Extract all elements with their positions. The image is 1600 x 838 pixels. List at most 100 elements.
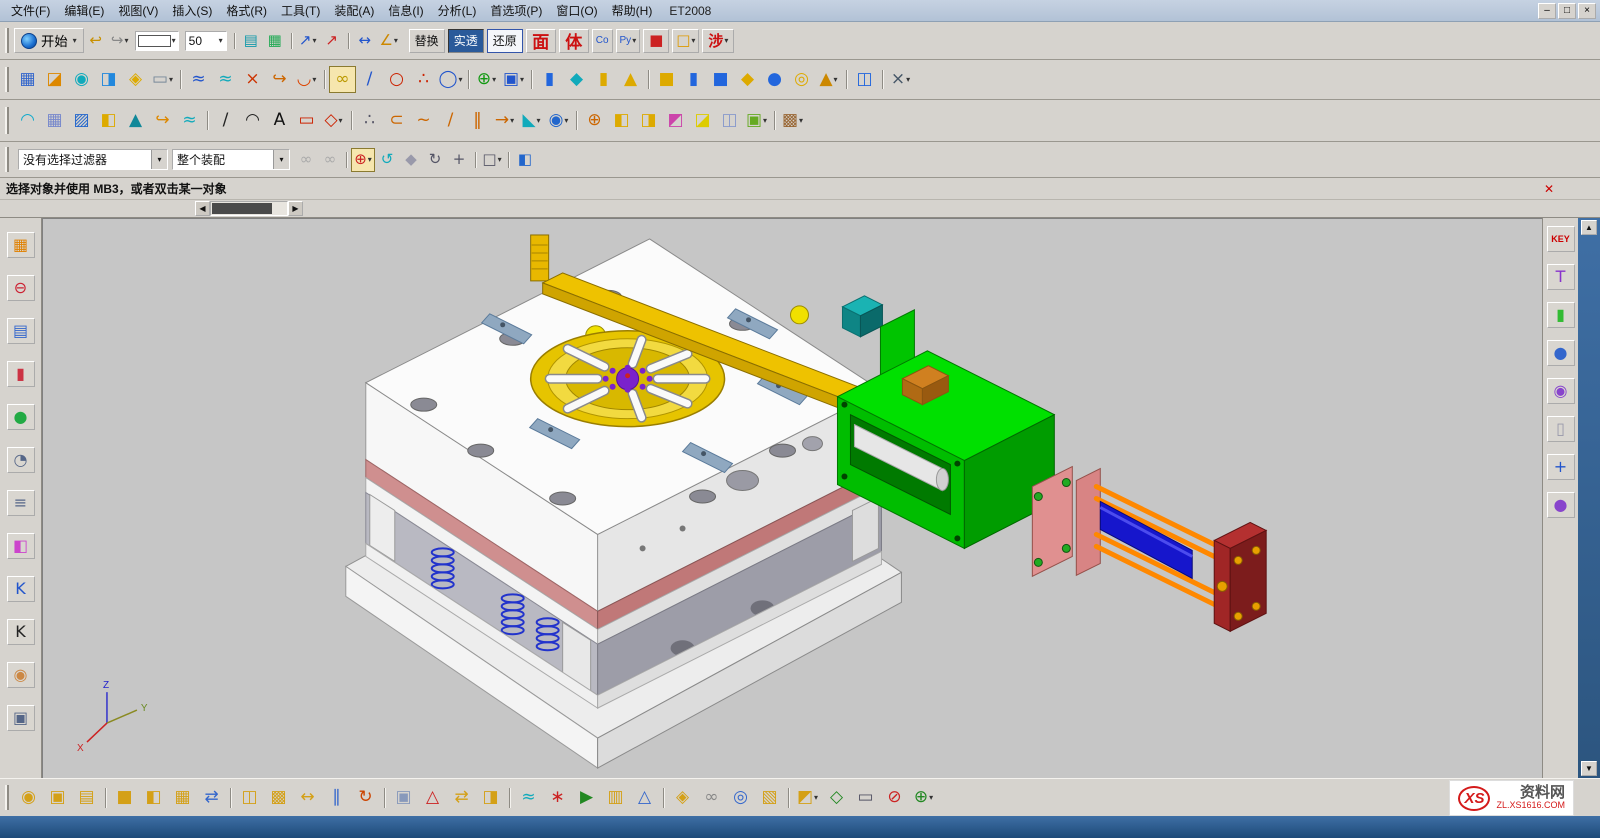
add-component-button[interactable]: ■ (110, 784, 139, 812)
profile-tool-button-dropdown-icon[interactable]: ▾ (339, 116, 343, 125)
gold-box-button-dropdown-icon[interactable]: ▾ (691, 36, 695, 45)
she-interference-button[interactable]: 涉▾ (702, 29, 734, 53)
line-tool-button[interactable]: / (212, 107, 239, 134)
replace-button[interactable]: 替换 (409, 29, 445, 53)
pattern-face-button[interactable]: ▣▾ (743, 107, 770, 134)
law-curve-button[interactable]: ↪ (149, 107, 176, 134)
bounded-plane-button-dropdown-icon[interactable]: ▾ (169, 75, 173, 84)
operation-navigator-tab[interactable]: ▮ (7, 361, 35, 387)
measure-angle-button[interactable]: ∠▾ (377, 29, 401, 53)
isolate-component-button[interactable]: ◩▾ (793, 784, 822, 812)
toolbar-grip[interactable] (5, 785, 9, 811)
find-feature-tab[interactable]: K (7, 619, 35, 645)
paste-geometry-button[interactable]: ◨ (635, 107, 662, 134)
interpart-link-b-button[interactable]: ∞ (318, 148, 342, 172)
redo-button-dropdown-icon[interactable]: ▾ (124, 36, 128, 45)
restore-button[interactable]: □ (1558, 3, 1576, 19)
boss-button[interactable]: ▲▾ (815, 66, 842, 93)
copy-geometry-button[interactable]: ◧ (608, 107, 635, 134)
information-palette-tab[interactable]: ≡ (7, 490, 35, 516)
point-button[interactable]: ∴ (410, 66, 437, 93)
promote-body-button[interactable]: ◪ (689, 107, 716, 134)
assembly-navigator-tab[interactable]: ▦ (7, 232, 35, 258)
start-button[interactable]: 开始 ▾ (14, 28, 84, 53)
menu-edit[interactable]: 编辑(E) (57, 0, 111, 21)
snap-point-button-dropdown-icon[interactable]: ▾ (368, 155, 372, 164)
hex-prism-button[interactable]: ◆ (734, 66, 761, 93)
assembly-cut-button[interactable]: ⊘ (880, 784, 909, 812)
face-display-button[interactable]: 面 (526, 29, 556, 53)
sphere-button[interactable]: ● (761, 66, 788, 93)
snap-point-button[interactable]: ⊕▾ (351, 148, 375, 172)
mesh-surface-button[interactable]: ▦ (41, 107, 68, 134)
she-interference-button-dropdown-icon[interactable]: ▾ (724, 36, 728, 45)
layer-visible-in-view-button[interactable]: ▦ (263, 29, 287, 53)
section-button[interactable]: ×▾ (887, 66, 914, 93)
curve-length-button-dropdown-icon[interactable]: ▾ (510, 116, 514, 125)
extrude-button[interactable]: ▮ (536, 66, 563, 93)
product-interface-button[interactable]: ◈ (668, 784, 697, 812)
scroll-left-button[interactable]: ◀ (195, 201, 210, 216)
torus-button[interactable]: ◎ (788, 66, 815, 93)
join-curve-button[interactable]: ◡▾ (293, 66, 320, 93)
section-button-dropdown-icon[interactable]: ▾ (906, 75, 910, 84)
replace-component-button[interactable]: ⇄ (447, 784, 476, 812)
wave-geometry-linker-button[interactable]: ≈ (514, 784, 543, 812)
cone-teal-button[interactable]: ▲ (122, 107, 149, 134)
menu-preferences[interactable]: 首选项(P) (483, 0, 549, 21)
rectangle-select-button[interactable]: □▾ (480, 148, 504, 172)
datum-axis-button-dropdown-icon[interactable]: ▾ (564, 116, 568, 125)
toolbar-grip[interactable] (5, 28, 9, 53)
graphics-window[interactable]: Z Y X (43, 219, 1542, 778)
toolbar-grip[interactable] (5, 67, 9, 93)
line-button[interactable]: / (356, 66, 383, 93)
move-component-button[interactable]: ↔ (293, 784, 322, 812)
project-curve-button[interactable]: ↪ (266, 66, 293, 93)
block-button[interactable]: ▣▾ (500, 66, 527, 93)
wcs-triad[interactable]: Z Y X (77, 680, 148, 754)
scroll-track[interactable] (210, 201, 288, 216)
boss-button-dropdown-icon[interactable]: ▾ (834, 75, 838, 84)
copy-py-button[interactable]: Py▾ (616, 29, 641, 53)
yellow-pin-2[interactable] (791, 306, 809, 324)
view-layout-button[interactable]: ▦ (14, 66, 41, 93)
cue-close-icon[interactable]: ✕ (1544, 182, 1554, 196)
show-dof-button[interactable]: ↻ (351, 784, 380, 812)
resource-options-tab[interactable]: ▣ (7, 705, 35, 731)
component-pattern-button[interactable]: ▦ (168, 784, 197, 812)
bridge-curve-button[interactable]: ~ (410, 107, 437, 134)
roles-tab[interactable]: ◉ (7, 662, 35, 688)
studio-spline-button[interactable]: ≈ (185, 66, 212, 93)
point-set-button[interactable]: ∴ (356, 107, 383, 134)
suppress-feature-button-dropdown-icon[interactable]: ▾ (799, 116, 803, 125)
rotate-point-button[interactable]: ↻ (423, 148, 447, 172)
cylinder-button[interactable]: ▮ (590, 66, 617, 93)
datum-axis-button[interactable]: ◉▾ (545, 107, 572, 134)
swept-button[interactable]: ◈ (122, 66, 149, 93)
unite-button-dropdown-icon[interactable]: ▾ (492, 75, 496, 84)
edge-blend-button[interactable]: ◠ (14, 107, 41, 134)
menu-tools[interactable]: 工具(T) (274, 0, 327, 21)
selection-scope-select[interactable]: 整个装配 ▾ (172, 149, 290, 170)
translucent-display-button[interactable]: 实透 (448, 29, 484, 53)
text-tool-button[interactable]: A (266, 107, 293, 134)
menu-information[interactable]: 信息(I) (381, 0, 430, 21)
orient-view-button[interactable]: ↺ (375, 148, 399, 172)
mold-wizard-tool[interactable]: ◉ (1547, 378, 1575, 404)
arc-tool-button[interactable]: ◠ (239, 107, 266, 134)
clearance-analysis-button[interactable]: △ (630, 784, 659, 812)
object-color-dropdown[interactable]: ▾ (135, 31, 179, 51)
red-cube-button[interactable]: ■ (643, 29, 669, 53)
blue-block-button[interactable]: ■ (707, 66, 734, 93)
show-product-outline-button[interactable]: ▤ (72, 784, 101, 812)
constraint-navigator-tab[interactable]: ⊖ (7, 275, 35, 301)
wave-curve-button[interactable]: ≈ (176, 107, 203, 134)
rail-scroll-down-button[interactable]: ▼ (1581, 761, 1597, 776)
interference-check-button[interactable]: △ (418, 784, 447, 812)
remember-constraints-button[interactable]: ▣ (389, 784, 418, 812)
datum-csys-button[interactable]: ↗▾ (296, 29, 320, 53)
rectangle-tool-button[interactable]: ▭ (293, 107, 320, 134)
hydraulic-cylinder-part[interactable] (1032, 467, 1266, 632)
deformable-part-button[interactable]: ◩ (662, 107, 689, 134)
block-button-dropdown-icon[interactable]: ▾ (520, 75, 524, 84)
